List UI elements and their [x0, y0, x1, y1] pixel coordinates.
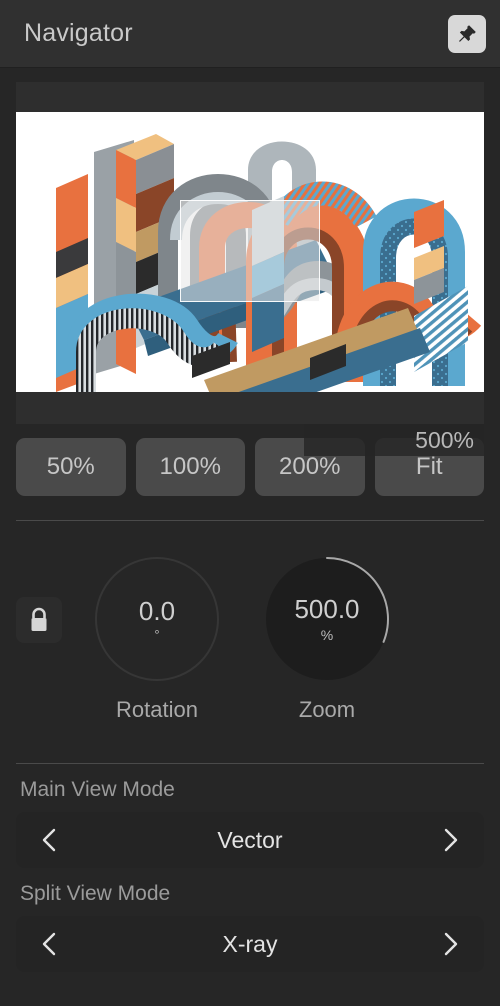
main-view-mode-value[interactable]: Vector	[66, 827, 434, 854]
divider-presets	[16, 520, 484, 521]
split-view-mode-stepper: X-ray	[16, 916, 484, 972]
lock-closed-icon[interactable]	[16, 597, 62, 643]
navigator-zoom-value: 500%	[415, 426, 474, 453]
zoom-preset-50-label: 50%	[46, 453, 95, 480]
navigator-viewport-rect[interactable]	[180, 200, 320, 302]
zoom-preset-100-label: 100%	[159, 453, 221, 480]
rotation-readout: 0.0 °	[139, 598, 175, 641]
chevron-right-icon[interactable]	[434, 823, 468, 857]
chevron-left-icon[interactable]	[32, 927, 66, 961]
split-view-mode-section: Split View Mode X-ray	[0, 882, 500, 972]
zoom-value: 500.0	[294, 594, 360, 624]
divider-dials	[16, 763, 484, 764]
split-view-mode-value[interactable]: X-ray	[66, 931, 434, 958]
rotation-value: 0.0	[138, 595, 176, 626]
zoom-preset-200-label: 200%	[279, 453, 341, 480]
navigator-footer	[16, 392, 484, 424]
rotation-dial-group: 0.0 ° Rotation	[72, 555, 242, 723]
rotation-unit: °	[154, 626, 160, 642]
dial-row: 0.0 ° Rotation 500.0 % Zoom	[0, 539, 500, 739]
zoom-readout: 500.0 %	[294, 596, 359, 642]
navigator-zoom-label: 500%	[304, 424, 484, 456]
zoom-preset-fit-label: Fit	[415, 453, 443, 480]
chevron-left-icon[interactable]	[32, 823, 66, 857]
navigator-panel: 500%	[16, 82, 484, 456]
main-view-mode-label: Main View Mode	[20, 778, 175, 801]
zoom-preset-100[interactable]: 100%	[135, 438, 245, 496]
window-titlebar: Navigator	[0, 0, 500, 68]
zoom-dial-group: 500.0 % Zoom	[242, 555, 412, 723]
pin-icon[interactable]	[448, 14, 486, 53]
split-view-mode-label: Split View Mode	[20, 882, 171, 905]
navigator-thumbnail[interactable]	[16, 112, 484, 392]
main-view-mode-section: Main View Mode Vector	[0, 778, 500, 868]
rotation-dial[interactable]: 0.0 °	[93, 555, 221, 683]
main-view-mode-stepper: Vector	[16, 812, 484, 868]
zoom-dial[interactable]: 500.0 %	[263, 555, 391, 683]
chevron-right-icon[interactable]	[434, 927, 468, 961]
zoom-label: Zoom	[298, 697, 356, 722]
rotation-label: Rotation	[116, 697, 198, 722]
zoom-unit: %	[320, 627, 334, 643]
zoom-preset-50[interactable]: 50%	[16, 438, 126, 496]
page-title: Navigator	[24, 19, 133, 47]
